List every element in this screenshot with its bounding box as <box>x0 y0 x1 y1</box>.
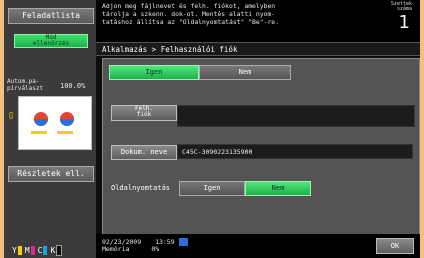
user-box-button[interactable]: Felh. fiók <box>111 105 177 121</box>
status-bar: 02/23/2009 13:59 Memória 0% OK <box>96 234 420 258</box>
auto-paper-label: Autom.pa- pírválaszt <box>7 78 44 92</box>
control-panel-screen: Feladatlista Mód ellenőrzés Autom.pa- pí… <box>4 0 420 258</box>
copies-label: Szettek száma <box>390 1 412 12</box>
preview-graphic <box>31 112 74 134</box>
preview-thumbnail <box>18 96 92 150</box>
instruction-message: Adjon meg fájlnevet és felh. fiókot, ame… <box>102 2 279 26</box>
datetime: 02/23/2009 13:59 Memória 0% <box>102 238 188 253</box>
job-list-button[interactable]: Feladatlista <box>8 8 94 24</box>
toner-magenta: M <box>25 245 35 255</box>
duplex-yes-button[interactable]: Igen <box>179 181 245 196</box>
toner-cyan: C <box>38 245 48 255</box>
zoom-value: 100.0% <box>60 82 86 90</box>
toner-yellow: Y <box>12 245 22 255</box>
settings-panel: Igen Nem Felh. fiók Dokum. neve C45C-309… <box>102 58 420 236</box>
duplex-no-button[interactable]: Nem <box>245 181 311 196</box>
memory-value: 0% <box>151 245 160 253</box>
toner-black: K <box>50 244 63 256</box>
breadcrumb: Alkalmazás > Felhasználói fiók <box>96 42 420 56</box>
details-check-button[interactable]: Részletek ell. <box>8 166 94 182</box>
message-bar: Adjon meg fájlnevet és felh. fiókot, ame… <box>96 0 420 42</box>
copies-count: 1 <box>398 12 410 33</box>
toner-levels: Y M C K <box>12 244 63 256</box>
user-box-field[interactable] <box>177 105 415 127</box>
ok-button[interactable]: OK <box>376 238 414 254</box>
memory-label: Memória <box>102 245 130 253</box>
network-icon <box>178 238 188 246</box>
tab-no[interactable]: Nem <box>199 65 291 80</box>
duplex-print-label: Oldalnyomtatás <box>111 184 171 192</box>
left-panel: Feladatlista Mód ellenőrzés Autom.pa- pí… <box>4 0 96 258</box>
doc-name-button[interactable]: Dokum. neve <box>111 145 177 160</box>
tab-yes[interactable]: Igen <box>109 65 199 80</box>
original-icon: ▯ <box>8 110 15 121</box>
doc-name-field[interactable]: C45C-3090223135900 <box>177 144 413 159</box>
mode-check-button[interactable]: Mód ellenőrzés <box>14 34 88 48</box>
